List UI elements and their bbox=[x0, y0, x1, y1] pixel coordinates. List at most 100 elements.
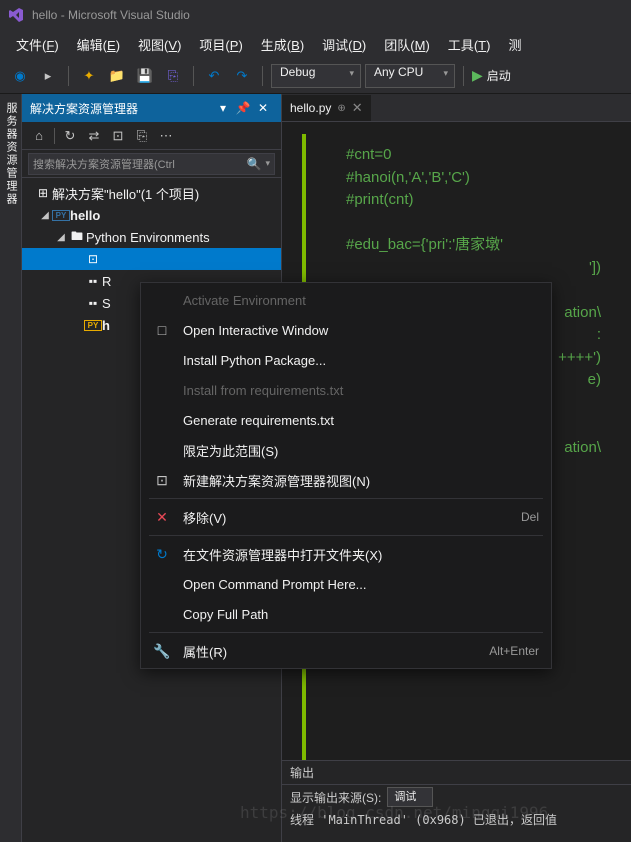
tree-label: h bbox=[102, 318, 110, 333]
collapse-icon[interactable]: ⊡ bbox=[107, 125, 129, 147]
main-toolbar: ◉ ▸ ✦ 📁 💾 ⎘ ↶ ↷ Debug Any CPU ▶ 启动 bbox=[0, 58, 631, 94]
show-all-icon[interactable]: ⎘ bbox=[131, 125, 153, 147]
folder-icon: 🖿 bbox=[68, 227, 86, 248]
platform-dropdown[interactable]: Any CPU bbox=[365, 64, 455, 88]
menu-project[interactable]: 项目(P) bbox=[191, 32, 250, 57]
menu-view[interactable]: 视图(V) bbox=[130, 32, 189, 57]
context-menu-item[interactable]: Generate requirements.txt bbox=[141, 405, 551, 435]
tree-label: S bbox=[102, 296, 111, 311]
menu-item-label: 在文件资源管理器中打开文件夹(X) bbox=[183, 545, 539, 564]
context-menu: Activate Environment □Open Interactive Wi… bbox=[140, 282, 552, 669]
context-menu-item: Activate Environment bbox=[141, 285, 551, 315]
tree-label: Python Environments bbox=[86, 230, 210, 245]
sync-icon[interactable]: ⇄ bbox=[83, 125, 105, 147]
code-text: ation\ bbox=[564, 304, 601, 321]
menu-item-label: Copy Full Path bbox=[183, 607, 539, 622]
dropdown-icon[interactable]: ▾ bbox=[213, 98, 233, 118]
panel-title: 解决方案资源管理器 bbox=[30, 100, 213, 117]
code-text: #edu_bac={'pri':'唐家墩' bbox=[346, 236, 503, 253]
output-panel: 输出 显示输出来源(S): 调试 线程 'MainThread' (0x968)… bbox=[282, 760, 631, 842]
menu-debug[interactable]: 调试(D) bbox=[314, 32, 374, 57]
code-text: ']) bbox=[589, 259, 601, 276]
pin-icon[interactable]: 📌 bbox=[233, 98, 253, 118]
menu-item-icon: □ bbox=[153, 322, 171, 338]
separator bbox=[149, 498, 543, 499]
save-all-button[interactable]: ⎘ bbox=[161, 64, 185, 88]
output-toolbar: 显示输出来源(S): 调试 bbox=[282, 785, 631, 809]
menu-test[interactable]: 测 bbox=[500, 32, 529, 57]
pin-icon[interactable]: ⊕ bbox=[337, 103, 345, 114]
start-debug-label[interactable]: 启动 bbox=[487, 67, 511, 84]
redo-button[interactable]: ↷ bbox=[230, 64, 254, 88]
context-menu-item[interactable]: Install Python Package... bbox=[141, 345, 551, 375]
separator bbox=[463, 66, 464, 86]
properties-icon[interactable]: ⋯ bbox=[155, 125, 177, 147]
close-icon[interactable]: ✕ bbox=[253, 98, 273, 118]
context-menu-item[interactable]: Copy Full Path bbox=[141, 599, 551, 629]
menu-tools[interactable]: 工具(T) bbox=[440, 32, 499, 57]
context-menu-item[interactable]: 🔧属性(R)Alt+Enter bbox=[141, 636, 551, 666]
nav-fwd-button[interactable]: ▸ bbox=[36, 64, 60, 88]
python-project-icon: PY bbox=[52, 210, 70, 221]
expand-arrow-icon[interactable]: ◢ bbox=[38, 210, 52, 221]
tab-label: hello.py bbox=[290, 101, 331, 115]
context-menu-item[interactable]: □Open Interactive Window bbox=[141, 315, 551, 345]
python-file-icon: PY bbox=[84, 320, 102, 331]
nav-back-button[interactable]: ◉ bbox=[8, 64, 32, 88]
context-menu-item[interactable]: ⊡新建解决方案资源管理器视图(N) bbox=[141, 465, 551, 495]
environment-item[interactable]: ⊡ bbox=[22, 248, 281, 270]
refresh-icon[interactable]: ↻ bbox=[59, 125, 81, 147]
environments-node[interactable]: ◢ 🖿 Python Environments bbox=[22, 226, 281, 248]
search-container: 搜索解决方案资源管理器(Ctrl 🔍 ▾ bbox=[22, 150, 281, 178]
context-menu-item[interactable]: Open Command Prompt Here... bbox=[141, 569, 551, 599]
new-item-button[interactable]: ✦ bbox=[77, 64, 101, 88]
search-paths-icon: ▪▪ bbox=[84, 296, 102, 310]
menu-file[interactable]: 文件(F) bbox=[8, 32, 67, 57]
open-button[interactable]: 📁 bbox=[105, 64, 129, 88]
menu-item-label: Activate Environment bbox=[183, 293, 539, 308]
home-icon[interactable]: ⌂ bbox=[28, 125, 50, 147]
menu-item-icon: 🔧 bbox=[153, 643, 171, 660]
menu-item-icon: ✕ bbox=[153, 509, 171, 526]
context-menu-item[interactable]: ↻在文件资源管理器中打开文件夹(X) bbox=[141, 539, 551, 569]
output-source-dropdown[interactable]: 调试 bbox=[387, 787, 433, 807]
separator bbox=[149, 535, 543, 536]
menu-item-shortcut: Del bbox=[521, 510, 539, 524]
solution-node[interactable]: ⊞ 解决方案"hello"(1 个项目) bbox=[22, 182, 281, 204]
output-source-label: 显示输出来源(S): bbox=[290, 789, 381, 806]
code-text: e) bbox=[588, 371, 601, 388]
context-menu-item: Install from requirements.txt bbox=[141, 375, 551, 405]
code-text: ++++') bbox=[558, 349, 601, 366]
start-debug-icon[interactable]: ▶ bbox=[472, 67, 483, 84]
search-icon: 🔍 bbox=[247, 157, 262, 171]
config-dropdown[interactable]: Debug bbox=[271, 64, 361, 88]
save-button[interactable]: 💾 bbox=[133, 64, 157, 88]
menu-item-label: Install from requirements.txt bbox=[183, 383, 539, 398]
separator bbox=[262, 66, 263, 86]
tree-label: R bbox=[102, 274, 111, 289]
server-explorer-tab[interactable]: 服务器资源管理器 bbox=[0, 94, 22, 842]
editor-tab[interactable]: hello.py ⊕ ✕ bbox=[282, 95, 371, 121]
title-bar: hello - Microsoft Visual Studio bbox=[0, 0, 631, 30]
window-title: hello - Microsoft Visual Studio bbox=[32, 8, 190, 22]
menu-build[interactable]: 生成(B) bbox=[253, 32, 312, 57]
menu-edit[interactable]: 编辑(E) bbox=[69, 32, 128, 57]
context-menu-item[interactable]: 限定为此范围(S) bbox=[141, 435, 551, 465]
context-menu-item[interactable]: ✕移除(V)Del bbox=[141, 502, 551, 532]
project-node[interactable]: ◢ PY hello bbox=[22, 204, 281, 226]
chevron-down-icon[interactable]: ▾ bbox=[265, 158, 270, 169]
menu-team[interactable]: 团队(M) bbox=[376, 32, 438, 57]
output-header[interactable]: 输出 bbox=[282, 761, 631, 785]
menu-item-label: Install Python Package... bbox=[183, 353, 539, 368]
undo-button[interactable]: ↶ bbox=[202, 64, 226, 88]
menu-item-label: 限定为此范围(S) bbox=[183, 441, 539, 460]
explorer-toolbar: ⌂ ↻ ⇄ ⊡ ⎘ ⋯ bbox=[22, 122, 281, 150]
editor-tabs: hello.py ⊕ ✕ bbox=[282, 94, 631, 122]
search-input[interactable]: 搜索解决方案资源管理器(Ctrl 🔍 ▾ bbox=[28, 153, 275, 175]
menu-bar: 文件(F) 编辑(E) 视图(V) 项目(P) 生成(B) 调试(D) 团队(M… bbox=[0, 30, 631, 58]
menu-item-label: 新建解决方案资源管理器视图(N) bbox=[183, 471, 539, 490]
expand-arrow-icon[interactable]: ◢ bbox=[54, 232, 68, 243]
env-icon: ⊡ bbox=[84, 252, 102, 266]
code-text: #hanoi(n,'A','B','C') bbox=[346, 169, 470, 186]
close-icon[interactable]: ✕ bbox=[352, 100, 363, 116]
